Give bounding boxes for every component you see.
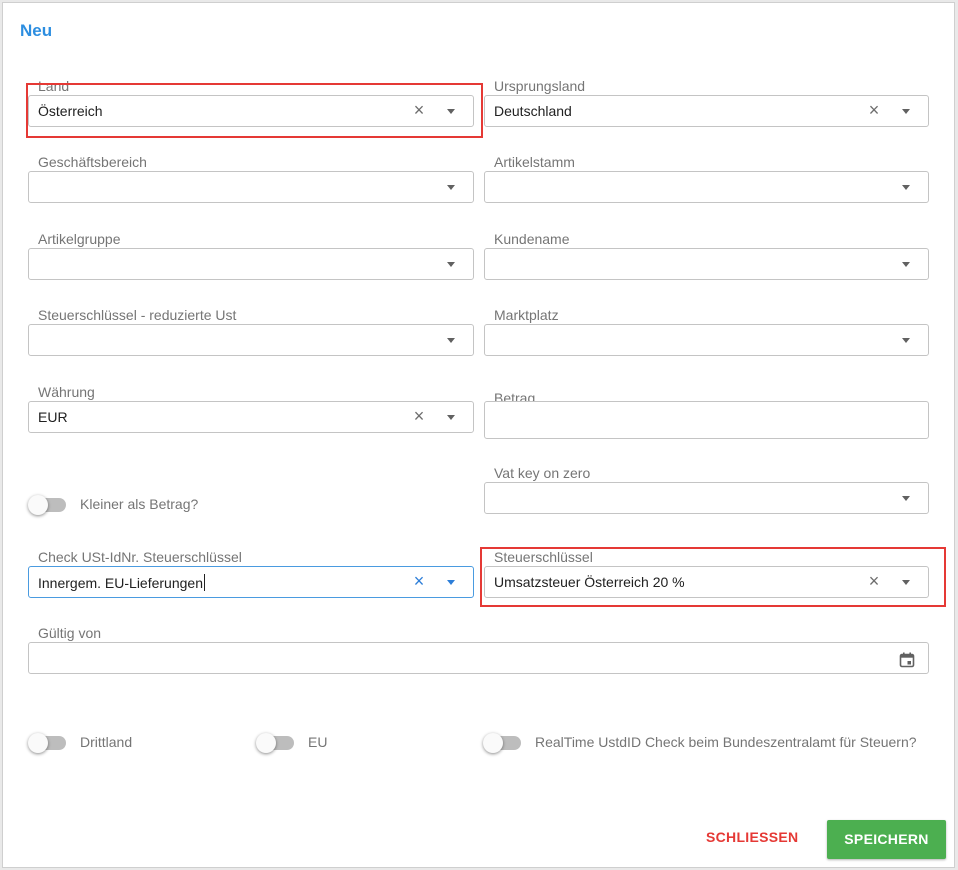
- text-cursor: [204, 574, 205, 591]
- check-ust-field[interactable]: Check USt-IdNr. Steuerschlüssel Innergem…: [28, 549, 474, 600]
- toggle-knob[interactable]: [483, 733, 503, 753]
- vat-key-zero-label: Vat key on zero: [494, 465, 593, 481]
- chevron-down-icon[interactable]: [902, 109, 910, 114]
- realtime-check-toggle[interactable]: RealTime UstdID Check beim Bundeszentral…: [483, 733, 943, 753]
- chevron-down-icon[interactable]: [447, 338, 455, 343]
- chevron-down-icon[interactable]: [902, 496, 910, 501]
- gueltig-von-input[interactable]: [28, 642, 929, 674]
- check-ust-input[interactable]: Innergem. EU-Lieferungen ×: [28, 566, 474, 598]
- close-icon[interactable]: ×: [864, 100, 884, 120]
- steuerschluessel-reduziert-input[interactable]: [28, 324, 474, 356]
- kundename-label: Kundename: [494, 231, 572, 247]
- betrag-input[interactable]: [484, 401, 929, 439]
- artikelgruppe-field[interactable]: Artikelgruppe: [28, 231, 474, 282]
- steuerschluessel-highlight-box: [480, 547, 946, 607]
- kundename-field[interactable]: Kundename: [484, 231, 929, 282]
- toggle-knob[interactable]: [28, 733, 48, 753]
- marktplatz-input[interactable]: [484, 324, 929, 356]
- artikelstamm-input[interactable]: [484, 171, 929, 203]
- vat-key-zero-input[interactable]: [484, 482, 929, 514]
- kundename-input[interactable]: [484, 248, 929, 280]
- eu-toggle[interactable]: EU: [256, 733, 356, 753]
- chevron-down-icon[interactable]: [902, 338, 910, 343]
- ursprungsland-input[interactable]: Deutschland ×: [484, 95, 929, 127]
- artikelstamm-field[interactable]: Artikelstamm: [484, 154, 929, 205]
- close-icon[interactable]: ×: [409, 406, 429, 426]
- drittland-toggle[interactable]: Drittland: [28, 733, 178, 753]
- chevron-down-icon[interactable]: [447, 415, 455, 420]
- close-button[interactable]: SCHLIESSEN: [706, 829, 798, 845]
- steuerschluessel-reduziert-field[interactable]: Steuerschlüssel - reduzierte Ust: [28, 307, 474, 358]
- chevron-down-icon[interactable]: [447, 185, 455, 190]
- marktplatz-field[interactable]: Marktplatz: [484, 307, 929, 358]
- geschaeftsbereich-input[interactable]: [28, 171, 474, 203]
- calendar-icon[interactable]: [899, 652, 915, 668]
- marktplatz-label: Marktplatz: [494, 307, 561, 323]
- realtime-check-label: RealTime UstdID Check beim Bundeszentral…: [535, 734, 917, 750]
- chevron-down-icon[interactable]: [902, 185, 910, 190]
- land-highlight-box: [26, 83, 483, 138]
- geschaeftsbereich-label: Geschäftsbereich: [38, 154, 149, 170]
- drittland-label: Drittland: [80, 734, 133, 750]
- waehrung-value: EUR: [38, 409, 68, 425]
- chevron-down-icon[interactable]: [447, 580, 455, 585]
- artikelstamm-label: Artikelstamm: [494, 154, 577, 170]
- gueltig-von-label: Gültig von: [38, 625, 104, 641]
- ursprungsland-field[interactable]: Ursprungsland Deutschland ×: [484, 78, 929, 129]
- ursprungsland-value: Deutschland: [494, 103, 572, 119]
- artikelgruppe-input[interactable]: [28, 248, 474, 280]
- vat-key-zero-field[interactable]: Vat key on zero: [484, 465, 929, 516]
- waehrung-input[interactable]: EUR ×: [28, 401, 474, 433]
- check-ust-value: Innergem. EU-Lieferungen: [38, 575, 203, 591]
- toggle-knob[interactable]: [28, 495, 48, 515]
- eu-label: EU: [308, 734, 328, 750]
- waehrung-label: Währung: [38, 384, 97, 400]
- artikelgruppe-label: Artikelgruppe: [38, 231, 123, 247]
- ursprungsland-label: Ursprungsland: [494, 78, 588, 94]
- chevron-down-icon[interactable]: [447, 262, 455, 267]
- toggle-knob[interactable]: [256, 733, 276, 753]
- gueltig-von-field[interactable]: Gültig von: [28, 625, 929, 676]
- betrag-field[interactable]: Betrag: [484, 390, 929, 439]
- check-ust-label: Check USt-IdNr. Steuerschlüssel: [38, 549, 244, 565]
- kleiner-als-betrag-label: Kleiner als Betrag?: [80, 496, 199, 512]
- waehrung-field[interactable]: Währung EUR ×: [28, 384, 474, 435]
- close-icon[interactable]: ×: [409, 571, 429, 591]
- chevron-down-icon[interactable]: [902, 262, 910, 267]
- geschaeftsbereich-field[interactable]: Geschäftsbereich: [28, 154, 474, 205]
- steuerschluessel-reduziert-label: Steuerschlüssel - reduzierte Ust: [38, 307, 239, 323]
- dialog-title: Neu: [20, 21, 53, 40]
- save-button[interactable]: SPEICHERN: [827, 820, 946, 859]
- kleiner-als-betrag-toggle[interactable]: Kleiner als Betrag?: [28, 495, 228, 515]
